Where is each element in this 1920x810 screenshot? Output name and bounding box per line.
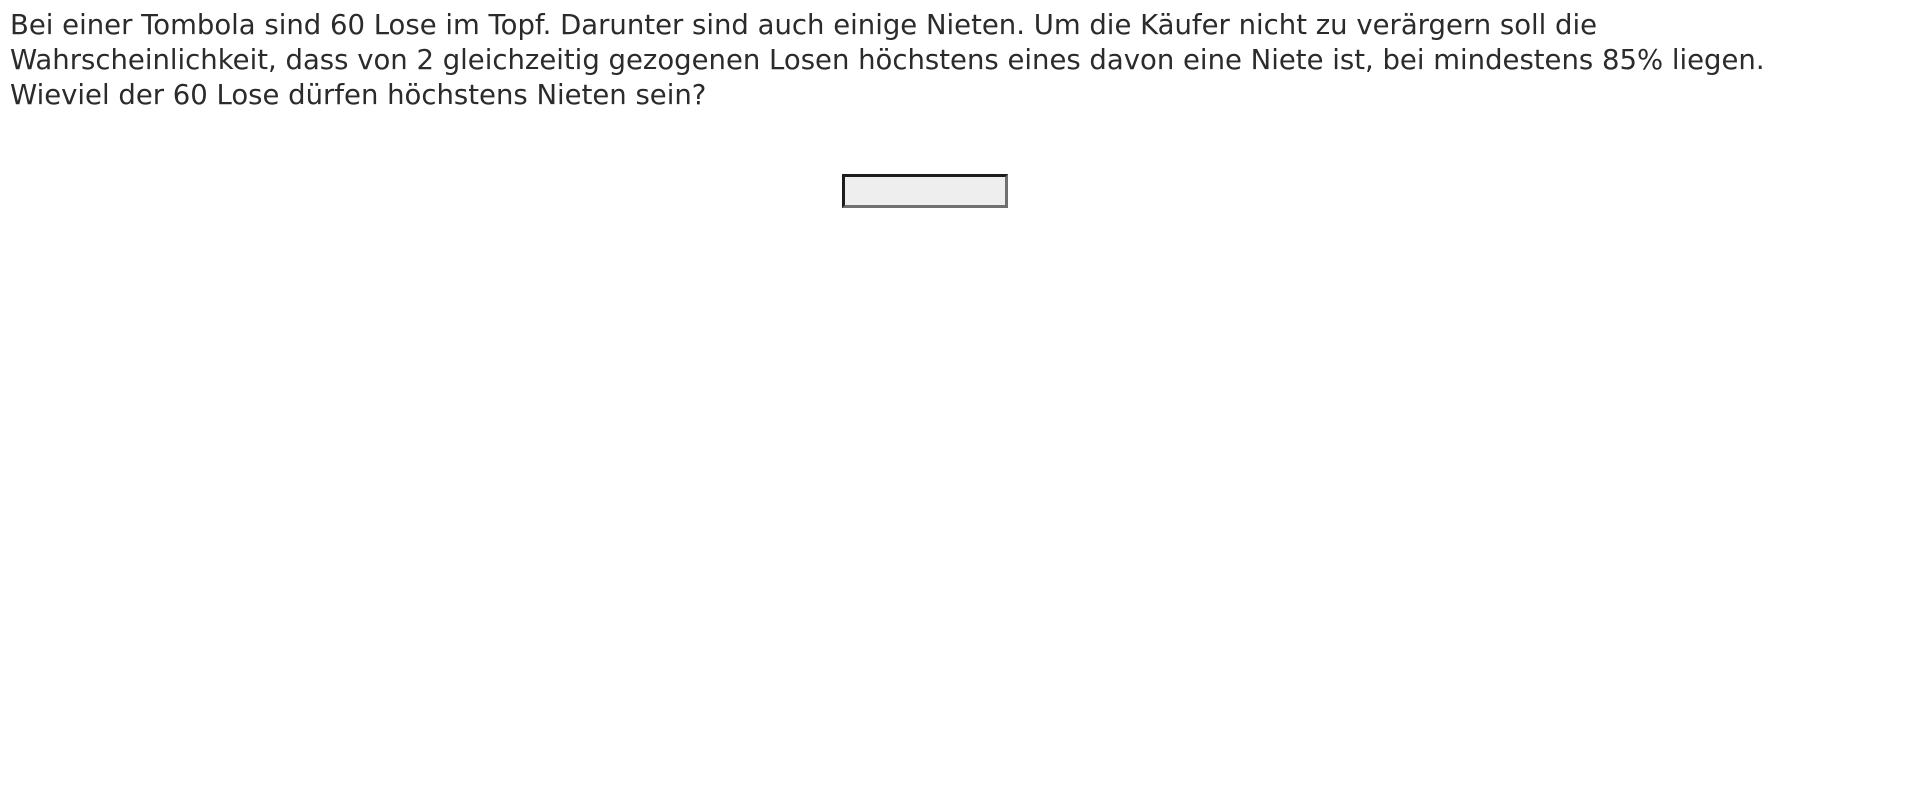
question-line-2: Wahrscheinlichkeit, dass von 2 gleichzei… bbox=[10, 44, 1765, 76]
question-line-1: Bei einer Tombola sind 60 Lose im Topf. … bbox=[10, 9, 1598, 41]
question-line-3: Wieviel der 60 Lose dürfen höchstens Nie… bbox=[10, 79, 707, 111]
answer-input[interactable] bbox=[842, 174, 1008, 208]
question-text: Bei einer Tombola sind 60 Lose im Topf. … bbox=[10, 8, 1900, 113]
